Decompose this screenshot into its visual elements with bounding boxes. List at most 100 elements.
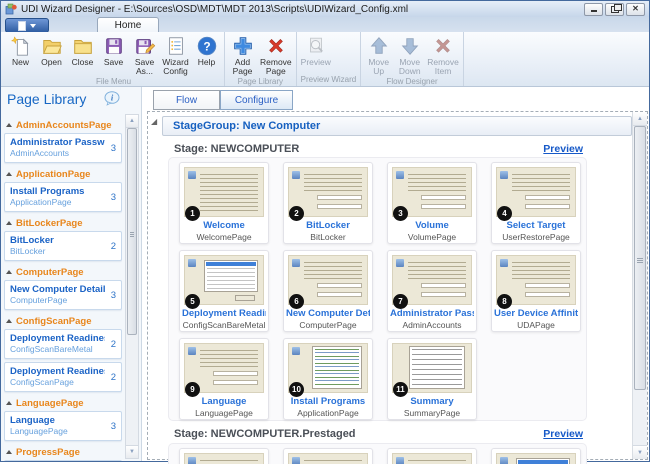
- open-label: Open: [41, 58, 62, 67]
- page-library-item[interactable]: Administrator PasswordAdminAccounts3: [4, 133, 122, 163]
- page-thumbnail: [496, 453, 576, 464]
- collapse-icon: [6, 172, 12, 176]
- save-as-button[interactable]: Save As...: [129, 32, 160, 77]
- save-as-icon: [133, 34, 157, 58]
- save-button[interactable]: Save: [98, 32, 129, 67]
- stage-group-header[interactable]: StageGroup: New Computer: [162, 116, 632, 136]
- stage-label: Stage: NEWCOMPUTER.Prestaged: [174, 428, 356, 440]
- wizard-page-card-userrestorepage[interactable]: 4Select TargetUserRestorePage: [491, 162, 581, 244]
- tab-configure[interactable]: Configure: [220, 90, 293, 110]
- page-item-title: BitLocker: [10, 235, 105, 246]
- wizard-page-card-configscanbaremetal[interactable]: 5Deployment ReadinessConfigScanBareMetal: [179, 250, 269, 332]
- ribbon-tab-row: Home: [1, 17, 649, 32]
- collapse-icon: [6, 450, 12, 454]
- wizard-page-card-computerpage[interactable]: 6New Computer DetailsComputerPage: [283, 250, 373, 332]
- page-thumbnail: [184, 453, 264, 464]
- sidebar-scrollbar[interactable]: ▲ ▼: [125, 114, 139, 459]
- page-card-type: BitLocker: [286, 232, 370, 242]
- remove-page-button[interactable]: Remove Page: [258, 32, 294, 77]
- wizard-page-card-languagepage[interactable]: 9LanguageLanguagePage: [179, 338, 269, 420]
- stage-pages-container: 1WelcomeWelcomePage2BitLockerBitLocker3V…: [168, 157, 587, 421]
- scroll-down-icon[interactable]: ▼: [126, 445, 138, 458]
- page-card-type: ConfigScanBareMetal: [182, 320, 266, 330]
- wizard-page-card-applicationpage[interactable]: 10Install ProgramsApplicationPage: [283, 338, 373, 420]
- page-library-item[interactable]: Deployment ReadinessConfigScanBareMetal2: [4, 329, 122, 359]
- app-icon: [5, 3, 17, 15]
- page-number-badge: 7: [393, 294, 408, 309]
- application-menu-button[interactable]: [5, 18, 49, 33]
- page-number-badge: 8: [497, 294, 512, 309]
- collapse-icon: [6, 123, 12, 127]
- page-library-item[interactable]: LanguageLanguagePage3: [4, 411, 122, 441]
- scroll-down-icon[interactable]: ▼: [633, 445, 647, 459]
- ribbon-tab-home[interactable]: Home: [97, 17, 159, 32]
- info-icon[interactable]: i: [103, 91, 121, 106]
- open-button[interactable]: Open: [36, 32, 67, 67]
- page-item-title: Deployment Readiness: [10, 366, 105, 377]
- wizard-page-card-bitlocker[interactable]: 2BitLockerBitLocker: [283, 162, 373, 244]
- move-up-button[interactable]: Move Up: [363, 32, 394, 77]
- scrollbar-thumb[interactable]: [127, 128, 137, 335]
- window-title: UDI Wizard Designer - E:\Sources\OSD\MDT…: [21, 4, 408, 15]
- minimize-button[interactable]: [584, 3, 603, 16]
- sidebar-section-applicationpage[interactable]: ApplicationPage: [6, 168, 122, 180]
- page-item-type: BitLocker: [10, 246, 105, 256]
- wizard-config-button[interactable]: Wizard Config: [160, 32, 191, 77]
- wizard-page-card-welcomepage[interactable]: 1WelcomeWelcomePage: [179, 162, 269, 244]
- page-card-title: Language: [182, 396, 266, 407]
- page-library-item[interactable]: New Computer DetailsComputerPage3: [4, 280, 122, 310]
- wizard-page-card-summarypage[interactable]: 11SummarySummaryPage: [387, 338, 477, 420]
- expander-icon[interactable]: ◢: [151, 118, 157, 126]
- help-label: Help: [198, 58, 215, 67]
- page-card-type: VolumePage: [390, 232, 474, 242]
- page-item-type: AdminAccounts: [10, 148, 105, 158]
- remove-item-button[interactable]: Remove Item: [425, 32, 461, 77]
- tab-flow[interactable]: Flow: [153, 90, 220, 110]
- restore-button[interactable]: [605, 3, 624, 16]
- wizard-page-card-adminaccounts[interactable]: 7Administrator Passw...AdminAccounts: [387, 250, 477, 332]
- scroll-up-icon[interactable]: ▲: [126, 115, 138, 128]
- sidebar-section-bitlockerpage[interactable]: BitLockerPage: [6, 217, 122, 229]
- page-number-badge: 9: [185, 382, 200, 397]
- page-number-badge: 6: [289, 294, 304, 309]
- page-item-count: 3: [111, 290, 116, 301]
- ribbon-group-label: Preview Wizard: [299, 75, 359, 86]
- scroll-up-icon[interactable]: ▲: [633, 112, 647, 126]
- sidebar-section-adminaccountspage[interactable]: AdminAccountsPage: [6, 119, 122, 131]
- sidebar-section-computerpage[interactable]: ComputerPage: [6, 266, 122, 278]
- main-scrollbar[interactable]: ▲ ▼: [632, 112, 647, 459]
- page-card-title: Administrator Passw...: [390, 308, 474, 319]
- add-page-label: Add Page: [233, 58, 253, 77]
- sidebar-section-progresspage[interactable]: ProgressPage: [6, 446, 122, 458]
- new-button[interactable]: New: [5, 32, 36, 67]
- stage-preview-link[interactable]: Preview: [543, 143, 583, 155]
- stage-preview-link[interactable]: Preview: [543, 428, 583, 440]
- page-item-count: 2: [111, 339, 116, 350]
- page-library-item[interactable]: Deployment ReadinessConfigScanPage2: [4, 362, 122, 392]
- ribbon-group-flow-designer: Move UpMove DownRemove ItemFlow Designer: [361, 32, 464, 86]
- page-library-list: AdminAccountsPage Administrator PasswordA…: [4, 114, 122, 461]
- preview-label: Preview: [301, 58, 331, 67]
- page-item-count: 2: [111, 372, 116, 383]
- wizard-page-card-volumepage[interactable]: 3VolumeVolumePage: [387, 162, 477, 244]
- page-card-type: UDAPage: [494, 320, 578, 330]
- add-page-button[interactable]: Add Page: [227, 32, 258, 77]
- page-card-title: Select Target: [494, 220, 578, 231]
- sidebar-section-languagepage[interactable]: LanguagePage: [6, 397, 122, 409]
- help-icon: ?: [195, 34, 219, 58]
- page-library-item[interactable]: BitLockerBitLocker2: [4, 231, 122, 261]
- close-button[interactable]: ✕: [626, 3, 645, 16]
- sidebar-section-configscanpage[interactable]: ConfigScanPage: [6, 315, 122, 327]
- chevron-down-icon: [30, 24, 36, 28]
- preview-button[interactable]: Preview: [299, 32, 333, 67]
- page-library-item[interactable]: Install ProgramsApplicationPage3: [4, 182, 122, 212]
- help-button[interactable]: ?Help: [191, 32, 222, 67]
- page-library-item[interactable]: [4, 460, 122, 461]
- page-card-type: AdminAccounts: [390, 320, 474, 330]
- collapse-icon: [6, 401, 12, 405]
- page-card-title: BitLocker: [286, 220, 370, 231]
- move-down-button[interactable]: Move Down: [394, 32, 425, 77]
- close-button[interactable]: Close: [67, 32, 98, 67]
- wizard-page-card-udapage[interactable]: 8User Device AffinityUDAPage: [491, 250, 581, 332]
- scrollbar-thumb[interactable]: [634, 126, 646, 390]
